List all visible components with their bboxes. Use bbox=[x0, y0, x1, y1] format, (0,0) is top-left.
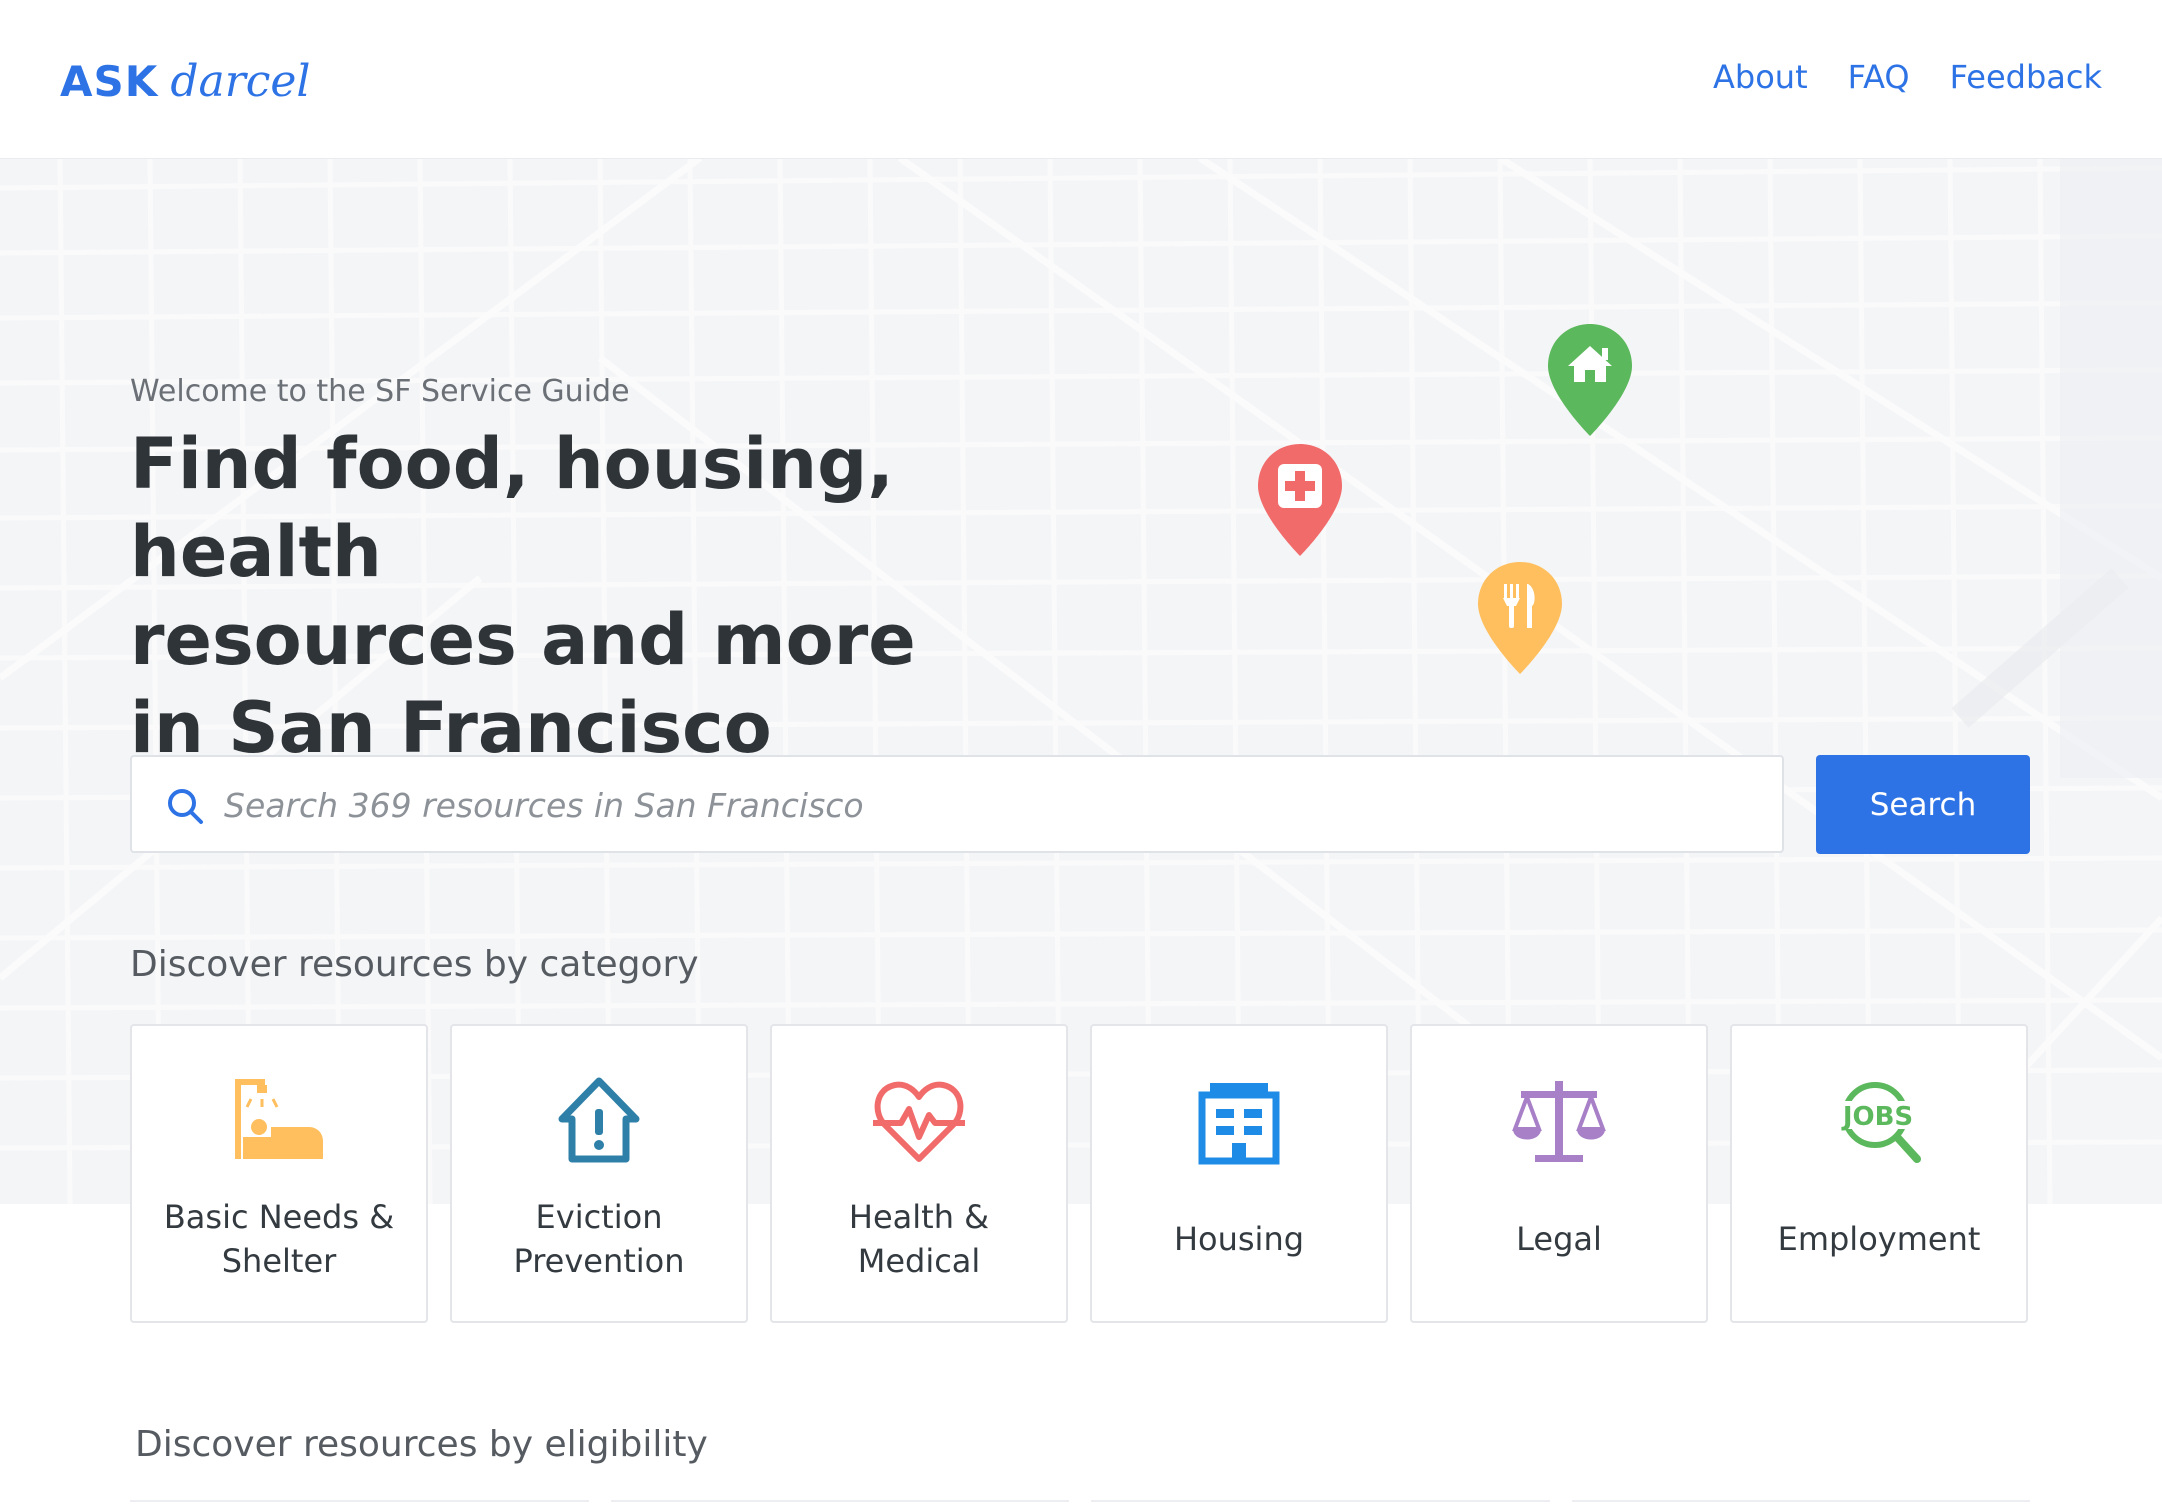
nav-about-link[interactable]: About bbox=[1713, 58, 1808, 96]
svg-text:JOBS: JOBS bbox=[1841, 1102, 1913, 1132]
main-nav: About FAQ Feedback bbox=[1713, 58, 2102, 96]
eligibility-section-title: Discover resources by eligibility bbox=[135, 1424, 708, 1465]
headline-line-2: resources and more bbox=[130, 599, 916, 681]
headline-line-1: Find food, housing, health bbox=[130, 423, 894, 593]
house-alert-icon bbox=[558, 1077, 640, 1162]
welcome-text: Welcome to the SF Service Guide bbox=[130, 374, 630, 409]
category-label: Legal bbox=[1516, 1219, 1602, 1258]
search-button[interactable]: Search bbox=[1816, 755, 2030, 854]
search-icon bbox=[168, 789, 203, 824]
nav-feedback-link[interactable]: Feedback bbox=[1950, 58, 2102, 96]
category-card-legal[interactable]: Legal bbox=[1410, 1024, 1708, 1323]
category-card-employment[interactable]: JOBS Employment bbox=[1730, 1024, 2028, 1323]
building-icon bbox=[1198, 1082, 1280, 1164]
heartbeat-icon bbox=[873, 1081, 965, 1162]
jobs-search-icon: JOBS bbox=[1835, 1081, 1921, 1163]
category-label: Health & Medical bbox=[848, 1197, 990, 1280]
housing-pin[interactable] bbox=[1546, 322, 1634, 438]
logo-ask-text: ASK bbox=[60, 57, 159, 106]
search-input[interactable] bbox=[222, 757, 1766, 853]
ask-darcel-logo[interactable]: ASK darcel bbox=[60, 56, 311, 107]
search-box[interactable] bbox=[130, 755, 1784, 853]
category-card-eviction-prevention[interactable]: Eviction Prevention bbox=[450, 1024, 748, 1323]
category-label: Employment bbox=[1777, 1219, 1981, 1258]
page-headline: Find food, housing, health resources and… bbox=[130, 420, 1130, 772]
category-section-title: Discover resources by category bbox=[130, 944, 699, 985]
category-label: Housing bbox=[1173, 1219, 1305, 1258]
shower-bed-icon bbox=[235, 1078, 323, 1159]
food-pin[interactable] bbox=[1476, 560, 1564, 676]
scales-icon bbox=[1512, 1080, 1606, 1162]
category-label: Basic Needs & Shelter bbox=[163, 1197, 395, 1280]
category-cards: Basic Needs & Shelter Eviction Preventio… bbox=[130, 1024, 2028, 1323]
nav-faq-link[interactable]: FAQ bbox=[1848, 58, 1910, 96]
eligibility-cards-peek bbox=[130, 1500, 2030, 1512]
eligibility-card[interactable] bbox=[610, 1500, 1069, 1512]
category-label: Eviction Prevention bbox=[513, 1197, 685, 1280]
category-card-basic-needs[interactable]: Basic Needs & Shelter bbox=[130, 1024, 428, 1323]
category-card-health-medical[interactable]: Health & Medical bbox=[770, 1024, 1068, 1323]
category-card-housing[interactable]: Housing bbox=[1090, 1024, 1388, 1323]
eligibility-card[interactable] bbox=[130, 1500, 589, 1512]
eligibility-card[interactable] bbox=[1091, 1500, 1550, 1512]
eligibility-card[interactable] bbox=[1571, 1500, 2030, 1512]
medical-pin[interactable] bbox=[1256, 442, 1344, 558]
site-header: ASK darcel About FAQ Feedback bbox=[0, 0, 2162, 159]
medical-cross-icon bbox=[1278, 464, 1322, 508]
logo-darcel-text: darcel bbox=[170, 56, 311, 107]
